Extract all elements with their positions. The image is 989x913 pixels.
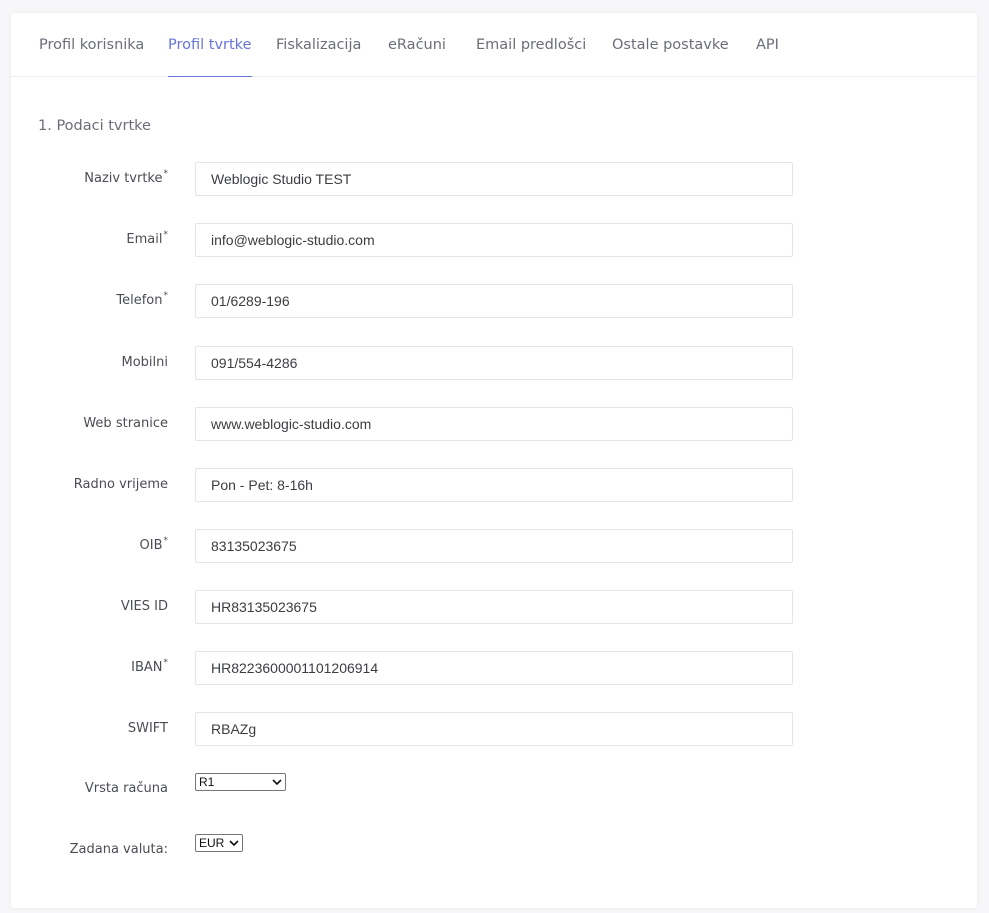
telefon-label: Telefon* xyxy=(116,291,169,308)
field-row-iban: IBAN* xyxy=(11,651,977,685)
radno-vrijeme-input[interactable] xyxy=(195,468,793,502)
tab-profil-tvrtke[interactable]: Profil tvrtke xyxy=(168,13,252,77)
field-row-naziv: Naziv tvrtke* xyxy=(11,162,977,196)
field-row-mobilni: Mobilni xyxy=(11,346,977,380)
field-row-web: Web stranice xyxy=(11,407,977,441)
field-row-vies: VIES ID xyxy=(11,590,977,624)
iban-input[interactable] xyxy=(195,651,793,685)
vies-label: VIES ID xyxy=(120,599,168,614)
field-row-oib: OIB* xyxy=(11,529,977,563)
email-label: Email* xyxy=(126,230,169,247)
required-mark: * xyxy=(163,169,169,179)
tab-api[interactable]: API xyxy=(756,13,779,76)
chevron-down-icon xyxy=(229,840,239,847)
valuta-value: EUR xyxy=(199,836,225,850)
radno-vrijeme-label: Radno vrijeme xyxy=(73,477,168,492)
mobilni-label: Mobilni xyxy=(121,355,169,370)
required-mark: * xyxy=(163,291,169,301)
web-label: Web stranice xyxy=(83,416,168,431)
swift-label: SWIFT xyxy=(127,721,168,736)
naziv-label: Naziv tvrtke* xyxy=(84,169,169,186)
settings-card: Profil korisnika Profil tvrtke Fiskaliza… xyxy=(11,13,977,908)
field-row-email: Email* xyxy=(11,223,977,257)
iban-label: IBAN* xyxy=(131,658,169,675)
oib-label: OIB* xyxy=(139,536,169,553)
tab-profil-korisnika[interactable]: Profil korisnika xyxy=(39,13,144,76)
swift-input[interactable] xyxy=(195,712,793,746)
field-row-radno-vrijeme: Radno vrijeme xyxy=(11,468,977,502)
field-row-telefon: Telefon* xyxy=(11,284,977,318)
vrsta-racuna-select[interactable]: R1 xyxy=(195,773,286,791)
vies-input[interactable] xyxy=(195,590,793,624)
telefon-input[interactable] xyxy=(195,284,793,318)
vrsta-racuna-value: R1 xyxy=(199,775,215,789)
tab-eracuni[interactable]: eRačuni xyxy=(388,13,446,76)
vrsta-racuna-label: Vrsta računa xyxy=(84,781,168,796)
required-mark: * xyxy=(163,230,169,240)
tab-fiskalizacija[interactable]: Fiskalizacija xyxy=(276,13,361,76)
section-title: 1. Podaci tvrtke xyxy=(38,118,151,134)
valuta-select[interactable]: EUR xyxy=(195,834,243,852)
settings-tabs: Profil korisnika Profil tvrtke Fiskaliza… xyxy=(11,13,977,77)
oib-input[interactable] xyxy=(195,529,793,563)
web-input[interactable] xyxy=(195,407,793,441)
email-input[interactable] xyxy=(195,223,793,257)
tab-email-predlosci[interactable]: Email predlošci xyxy=(476,13,586,76)
required-mark: * xyxy=(163,658,169,668)
valuta-label: Zadana valuta: xyxy=(69,842,168,857)
chevron-down-icon xyxy=(272,779,282,786)
mobilni-input[interactable] xyxy=(195,346,793,380)
tab-ostale-postavke[interactable]: Ostale postavke xyxy=(612,13,729,76)
field-row-swift: SWIFT xyxy=(11,712,977,746)
naziv-input[interactable] xyxy=(195,162,793,196)
required-mark: * xyxy=(163,536,169,546)
